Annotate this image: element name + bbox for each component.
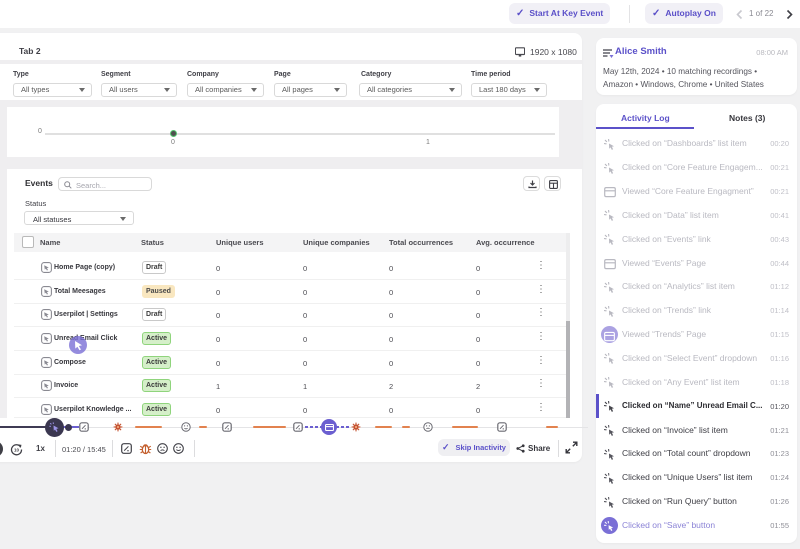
svg-text:10: 10 xyxy=(14,447,20,452)
